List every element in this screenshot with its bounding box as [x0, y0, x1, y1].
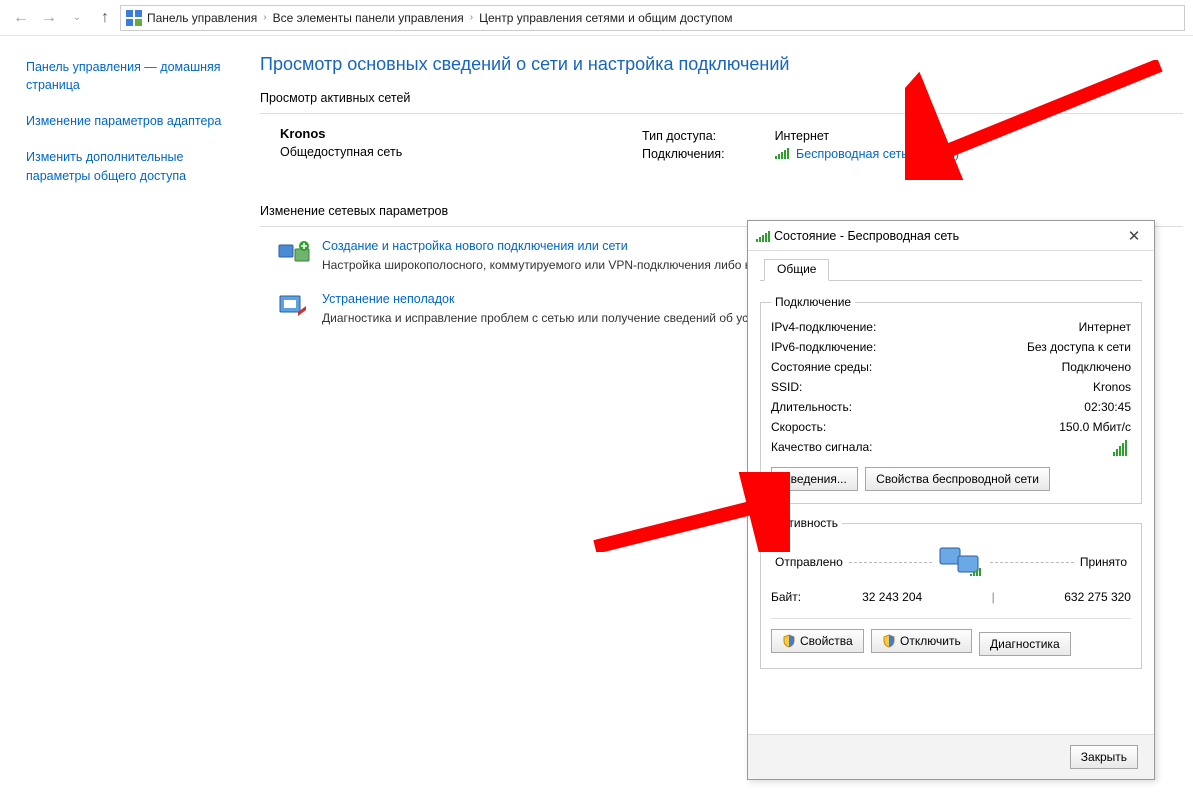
explorer-nav-bar: ← → ⌄ ↑ Панель управления › Все элементы… — [0, 0, 1193, 36]
media-state-value: Подключено — [1062, 360, 1131, 374]
breadcrumb-item[interactable]: Центр управления сетями и общим доступом — [479, 11, 733, 25]
ipv4-value: Интернет — [1079, 320, 1131, 334]
breadcrumb-sep-icon: › — [468, 12, 475, 23]
disable-button[interactable]: Отключить — [871, 629, 972, 653]
signal-quality-icon — [1113, 440, 1127, 456]
back-button[interactable]: ← — [8, 5, 34, 31]
sidebar: Панель управления — домашняя страница Из… — [0, 36, 250, 355]
breadcrumb-item[interactable]: Все элементы панели управления — [273, 11, 464, 25]
wifi-signal-icon — [775, 147, 789, 159]
address-bar[interactable]: Панель управления › Все элементы панели … — [120, 5, 1185, 31]
ipv4-label: IPv4-подключение: — [771, 320, 876, 334]
close-button[interactable]: ✕ — [1120, 227, 1148, 245]
sidebar-link-advanced-sharing[interactable]: Изменить дополнительные параметры общего… — [26, 148, 236, 184]
sidebar-link-home[interactable]: Панель управления — домашняя страница — [26, 58, 236, 94]
connections-label: Подключения: — [642, 146, 733, 162]
disable-button-label: Отключить — [900, 634, 961, 648]
connection-link[interactable]: Беспроводная сеть (Kronos) — [796, 147, 959, 161]
access-type-value: Интернет — [735, 128, 968, 144]
active-networks-label: Просмотр активных сетей — [260, 91, 1183, 105]
activity-monitors-icon — [938, 544, 984, 580]
shield-icon — [882, 634, 896, 648]
connection-group: Подключение IPv4-подключение: Интернет IP… — [760, 295, 1142, 504]
connection-group-label: Подключение — [771, 295, 855, 309]
ipv6-value: Без доступа к сети — [1027, 340, 1131, 354]
diagnose-button[interactable]: Диагностика — [979, 632, 1071, 656]
ssid-label: SSID: — [771, 380, 802, 394]
wifi-signal-icon — [756, 230, 770, 242]
tab-general[interactable]: Общие — [764, 259, 829, 281]
properties-button[interactable]: Свойства — [771, 629, 864, 653]
signal-quality-label: Качество сигнала: — [771, 440, 872, 456]
troubleshoot-icon — [278, 292, 310, 320]
active-network-row: Kronos Общедоступная сеть Тип доступа: И… — [260, 126, 1183, 164]
breadcrumb-item[interactable]: Панель управления — [147, 11, 257, 25]
received-label: Принято — [1080, 555, 1127, 569]
properties-button-label: Свойства — [800, 634, 853, 648]
duration-label: Длительность: — [771, 400, 852, 414]
new-connection-icon — [278, 239, 310, 267]
wireless-properties-button[interactable]: Свойства беспроводной сети — [865, 467, 1050, 491]
network-category: Общедоступная сеть — [280, 145, 640, 159]
ssid-value: Kronos — [1093, 380, 1131, 394]
recent-dropdown[interactable]: ⌄ — [64, 5, 90, 31]
forward-button[interactable]: → — [36, 5, 62, 31]
up-button[interactable]: ↑ — [92, 5, 118, 31]
details-button[interactable]: Сведения... — [771, 467, 858, 491]
control-panel-icon — [125, 9, 143, 27]
ipv6-label: IPv6-подключение: — [771, 340, 876, 354]
network-name: Kronos — [280, 126, 640, 141]
sent-label: Отправлено — [775, 555, 843, 569]
bytes-received-value: 632 275 320 — [1064, 590, 1131, 604]
access-type-label: Тип доступа: — [642, 128, 733, 144]
sidebar-link-adapter-settings[interactable]: Изменение параметров адаптера — [26, 112, 236, 130]
duration-value: 02:30:45 — [1084, 400, 1131, 414]
close-button[interactable]: Закрыть — [1070, 745, 1138, 769]
speed-label: Скорость: — [771, 420, 826, 434]
activity-group-label: Активность — [771, 516, 842, 530]
breadcrumb-sep-icon: › — [261, 12, 268, 23]
media-state-label: Состояние среды: — [771, 360, 872, 374]
bytes-label: Байт: — [771, 590, 801, 604]
shield-icon — [782, 634, 796, 648]
speed-value: 150.0 Мбит/с — [1059, 420, 1131, 434]
bytes-sent-value: 32 243 204 — [862, 590, 922, 604]
dialog-title: Состояние - Беспроводная сеть — [774, 229, 1120, 243]
change-settings-label: Изменение сетевых параметров — [260, 204, 1183, 218]
page-title: Просмотр основных сведений о сети и наст… — [260, 54, 1183, 75]
dialog-tabs: Общие — [760, 259, 1142, 281]
wifi-status-dialog: Состояние - Беспроводная сеть ✕ Общие По… — [747, 220, 1155, 780]
activity-group: Активность Отправлено Принято Байт: 32 2… — [760, 516, 1142, 669]
